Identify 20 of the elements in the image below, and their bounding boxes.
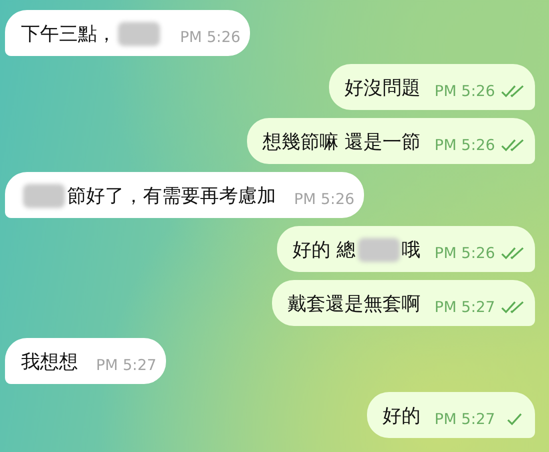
blurred-text	[23, 184, 65, 208]
message-time: PM 5:27	[434, 409, 495, 429]
message-time: PM 5:27	[96, 355, 156, 375]
message-time: PM 5:26	[434, 135, 495, 155]
message-text: 好的 總	[292, 238, 356, 263]
message-time: PM 5:26	[294, 189, 354, 209]
blurred-text	[358, 238, 400, 262]
message-time: PM 5:26	[434, 81, 495, 101]
message-text: 好的	[382, 404, 421, 429]
message-text: 節好了，有需要再考慮加	[67, 184, 276, 209]
blurred-text	[118, 22, 160, 46]
message-time: PM 5:27	[434, 297, 495, 317]
message-text: 戴套還是無套啊	[288, 292, 421, 317]
message-text: 下午三點，	[21, 22, 116, 47]
message-text: 想幾節嘛 還是一節	[262, 130, 421, 155]
message-text: 好沒問題	[344, 76, 421, 101]
message-time: PM 5:26	[180, 27, 240, 47]
message-time: PM 5:26	[434, 243, 495, 263]
message-text: 我想想	[21, 350, 78, 375]
message-text: 哦	[402, 238, 421, 263]
